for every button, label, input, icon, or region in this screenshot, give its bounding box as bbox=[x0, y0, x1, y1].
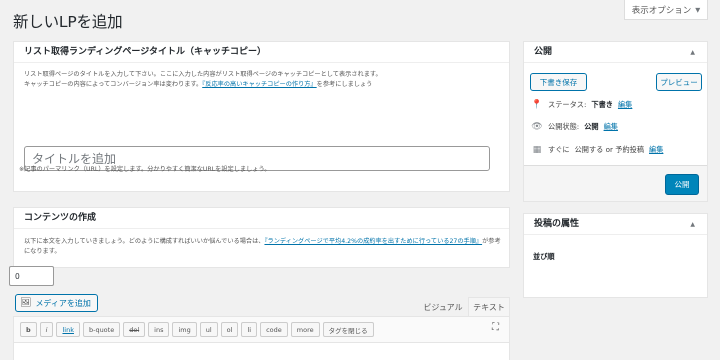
media-icon: 🖼 bbox=[20, 298, 32, 308]
tab-text[interactable]: テキスト bbox=[468, 297, 510, 317]
visibility-row: 👁 公開状態: 公開 編集 bbox=[531, 122, 618, 132]
schedule-row: ▦ すぐに 公開する or 予約投稿 編集 bbox=[531, 145, 664, 155]
qt-bold-button[interactable]: b bbox=[20, 322, 37, 337]
content-postbox: コンテンツの作成 以下に本文を入力していきましょう。どのように構成すればいいか悩… bbox=[13, 207, 510, 268]
triangle-down-icon: ▼ bbox=[695, 5, 701, 14]
qt-ins-button[interactable]: ins bbox=[148, 322, 170, 337]
title-desc-prefix: キャッチコピーの内容によってコンバージョン率は変わります。 bbox=[24, 81, 203, 88]
content-textarea[interactable] bbox=[13, 342, 510, 360]
title-description: リスト取得ページのタイトルを入力して下さい。ここに入力した内容がリスト取得ページ… bbox=[24, 70, 382, 90]
qt-italic-button[interactable]: i bbox=[39, 322, 54, 337]
visibility-label: 公開状態: bbox=[548, 122, 580, 131]
qt-blockquote-button[interactable]: b-quote bbox=[82, 322, 121, 337]
triangle-up-icon[interactable]: ▲ bbox=[690, 214, 695, 235]
publish-actions: 公開 bbox=[524, 165, 707, 201]
qt-close-tags-button[interactable]: タグを閉じる bbox=[322, 322, 374, 337]
status-row: 📍 ステータス: 下書き 編集 bbox=[531, 100, 632, 110]
preview-button[interactable]: プレビュー bbox=[656, 73, 702, 91]
add-media-button[interactable]: 🖼 メディアを追加 bbox=[15, 294, 98, 312]
qt-img-button[interactable]: img bbox=[172, 322, 197, 337]
schedule-prefix: すぐに bbox=[548, 145, 570, 154]
schedule-label: 公開する or 予約投稿 bbox=[574, 145, 645, 154]
title-description-line1: リスト取得ページのタイトルを入力して下さい。ここに入力した内容がリスト取得ページ… bbox=[24, 71, 382, 78]
publish-button[interactable]: 公開 bbox=[665, 174, 699, 195]
quicktags-toolbar: b i link b-quote del ins img ul ol li co… bbox=[13, 316, 510, 342]
status-label: ステータス: bbox=[548, 100, 587, 109]
edit-visibility-link[interactable]: 編集 bbox=[604, 122, 618, 132]
order-input[interactable]: 0 bbox=[9, 266, 54, 286]
title-desc-suffix: を参考にしましょう bbox=[316, 81, 373, 88]
publish-postbox: 公開 ▲ 下書き保存 プレビュー 📍 ステータス: 下書き 編集 👁 公開状態:… bbox=[523, 41, 708, 202]
qt-ul-button[interactable]: ul bbox=[199, 322, 218, 337]
status-value: 下書き bbox=[591, 100, 613, 109]
pin-icon: 📍 bbox=[531, 100, 543, 110]
content-desc-prefix: 以下に本文を入力していきましょう。どのように構成すればいいか悩んでいる場合は、 bbox=[24, 238, 265, 245]
visibility-value: 公開 bbox=[584, 122, 599, 131]
permalink-note: ※記事のパーマリンク（URL）を設定します。分かりやすく簡潔なURLを設定しまし… bbox=[19, 166, 271, 173]
edit-status-link[interactable]: 編集 bbox=[618, 100, 632, 110]
calendar-icon: ▦ bbox=[532, 145, 542, 155]
qt-link-button[interactable]: link bbox=[56, 322, 80, 337]
title-description-line2: キャッチコピーの内容によってコンバージョン率は変わります。『反応率の高いキャッチ… bbox=[24, 80, 382, 90]
qt-li-button[interactable]: li bbox=[241, 322, 258, 337]
qt-more-button[interactable]: more bbox=[290, 322, 320, 337]
attributes-postbox: 投稿の属性 ▲ 並び順 bbox=[523, 213, 708, 298]
triangle-up-icon[interactable]: ▲ bbox=[690, 42, 695, 63]
content-description: 以下に本文を入力していきましょう。どのように構成すればいいか悩んでいる場合は、『… bbox=[24, 237, 504, 257]
landing-page-guide-link[interactable]: 『ランディングページで平均4.2%の成約率を出すために行っている27の手順』 bbox=[264, 238, 482, 245]
qt-ol-button[interactable]: ol bbox=[220, 322, 239, 337]
title-postbox-heading: リスト取得ランディングページタイトル（キャッチコピー） bbox=[14, 42, 509, 63]
publish-heading: 公開 bbox=[524, 42, 707, 63]
fullscreen-expand-icon[interactable]: ⛶ bbox=[492, 322, 499, 333]
catchcopy-guide-link[interactable]: 『反応率の高いキャッチコピーの作り方』 bbox=[202, 81, 316, 88]
order-label: 並び順 bbox=[533, 252, 555, 261]
add-media-label: メディアを追加 bbox=[35, 298, 91, 308]
screen-options-label: 表示オプション bbox=[631, 5, 692, 16]
qt-code-button[interactable]: code bbox=[260, 322, 288, 337]
attributes-heading: 投稿の属性 bbox=[524, 214, 707, 235]
tab-visual[interactable]: ビジュアル bbox=[420, 297, 466, 317]
qt-del-button[interactable]: del bbox=[123, 322, 146, 337]
eye-icon: 👁 bbox=[531, 122, 543, 132]
content-postbox-heading: コンテンツの作成 bbox=[14, 208, 509, 229]
page-title: 新しいLPを追加 bbox=[13, 13, 123, 31]
save-draft-button[interactable]: 下書き保存 bbox=[530, 73, 587, 91]
edit-schedule-link[interactable]: 編集 bbox=[649, 145, 663, 155]
screen-options-button[interactable]: 表示オプション ▼ bbox=[624, 0, 708, 20]
